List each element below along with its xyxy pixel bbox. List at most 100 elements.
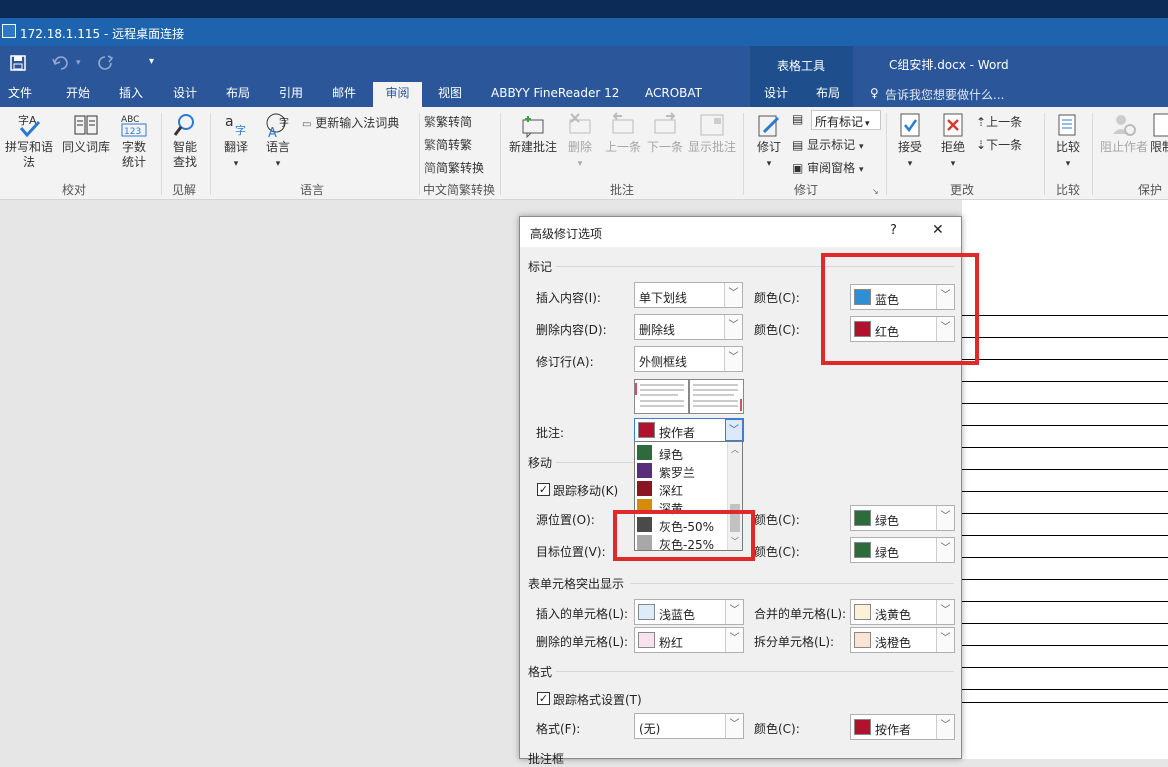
moved-from-color-select[interactable]: 绿色 ﹀ (850, 505, 955, 531)
translate-label: 翻译 (223, 140, 248, 154)
split-cells-select[interactable]: 浅橙色 ﹀ (850, 627, 955, 653)
tab-layout[interactable]: 布局 (224, 82, 252, 107)
inserted-cells-select[interactable]: 浅蓝色 ﹀ (634, 599, 744, 625)
moved-from-color-label: 颜色(C): (754, 513, 800, 527)
section-rule (556, 671, 954, 672)
track-formatting-label: 跟踪格式设置(T) (553, 693, 642, 707)
document-title: C组安排.docx - Word (889, 58, 1009, 72)
customize-qat-icon[interactable]: ▾ (149, 56, 154, 67)
dropdown-option[interactable]: 绿色 (635, 444, 727, 462)
next-comment-button[interactable]: 下一条 (644, 112, 686, 155)
moved-to-color-select[interactable]: 绿色 ﹀ (850, 537, 955, 563)
undo-dropdown-icon[interactable]: ▾ (76, 58, 81, 68)
simp-trad-icon: 繁 (424, 138, 437, 152)
deletions-select[interactable]: 删除线 ﹀ (634, 314, 743, 340)
translate-button[interactable]: a字 翻译 ▾ (214, 112, 258, 172)
update-ime-label: 更新输入法词典 (315, 116, 400, 130)
chevron-down-icon: ﹀ (724, 283, 742, 307)
simp-to-trad-button[interactable]: 繁简转繁 (424, 136, 472, 153)
word-count-icon: ABC123 (121, 115, 147, 137)
tracking-dialog-launcher-icon[interactable]: ↘ (872, 187, 879, 196)
language-button[interactable]: A字 语言 ▾ (258, 112, 298, 172)
book-icon (74, 115, 98, 135)
previous-change-button[interactable]: ⇡上一条 (976, 113, 1022, 130)
tab-table-design[interactable]: 设计 (762, 82, 790, 107)
next-change-button[interactable]: ⇣下一条 (976, 136, 1022, 153)
comments-color-select[interactable]: 按作者 ﹀ (634, 418, 744, 442)
deletions-label: 删除内容(D): (536, 323, 607, 337)
track-formatting-checkbox[interactable]: ✓ (537, 692, 550, 705)
section-moves: 移动 (528, 456, 553, 470)
show-markup-button[interactable]: ▤ 显示标记 ▾ (792, 136, 864, 153)
delete-comment-button[interactable]: 删除 ▾ (564, 112, 596, 172)
changed-lines-select[interactable]: 外侧框线 ﹀ (634, 346, 743, 372)
formatting-color-label: 颜色(C): (754, 722, 800, 736)
block-authors-button[interactable]: 阻止作者 (1098, 112, 1150, 155)
tab-home[interactable]: 开始 (64, 82, 92, 107)
new-comment-icon (522, 116, 544, 138)
tab-file[interactable]: 文件 (6, 82, 34, 107)
document-page[interactable] (962, 200, 1168, 759)
track-changes-button[interactable]: 修订 ▾ (752, 112, 786, 172)
new-comment-button[interactable]: 新建批注 (506, 112, 560, 155)
formatting-label: 格式(F): (536, 722, 581, 736)
word-count-button[interactable]: ABC 123 字数 统计 (114, 112, 154, 170)
color-swatch (854, 719, 871, 735)
table-line (962, 447, 1168, 448)
table-line (962, 702, 1168, 703)
update-ime-button[interactable]: ▭ 更新输入法词典 (302, 114, 399, 131)
trad-to-simp-button[interactable]: 繁繁转简 (424, 113, 472, 130)
moved-to-label: 目标位置(V): (536, 545, 606, 559)
tab-table-layout[interactable]: 布局 (814, 82, 842, 107)
insertions-select[interactable]: 单下划线 ﹀ (634, 282, 743, 308)
compare-button[interactable]: 比较 ▾ (1050, 112, 1086, 172)
chinese-convert-button[interactable]: 简简繁转换 (424, 159, 484, 176)
reject-button[interactable]: 拒绝 ▾ (935, 112, 971, 172)
dropdown-option[interactable]: 深红 (635, 480, 727, 498)
merged-cells-select[interactable]: 浅黄色 ﹀ (850, 599, 955, 625)
color-swatch (854, 542, 871, 558)
tab-abbyy[interactable]: ABBYY FineReader 12 (489, 82, 621, 107)
track-moves-checkbox[interactable]: ✓ (537, 483, 550, 496)
tab-acrobat[interactable]: ACROBAT (643, 82, 704, 107)
reviewing-pane-button[interactable]: ▣ 审阅窗格 ▾ (792, 159, 864, 176)
smart-lookup-button[interactable]: 智能 查找 (164, 112, 206, 170)
help-button[interactable]: ? (890, 223, 897, 238)
tab-insert[interactable]: 插入 (117, 82, 145, 107)
previous-change-icon: ⇡ (976, 115, 987, 129)
dropdown-option[interactable]: 紫罗兰 (635, 462, 727, 480)
remote-desktop-titlebar: 172.18.1.115 - 远程桌面连接 (0, 18, 1168, 46)
tab-mailings[interactable]: 邮件 (330, 82, 358, 107)
word-titlebar: C组安排.docx - Word (853, 46, 1168, 82)
close-button[interactable]: ✕ (932, 222, 944, 238)
formatting-select[interactable]: (无) ﹀ (634, 713, 744, 739)
previous-comment-button[interactable]: 上一条 (602, 112, 644, 155)
redo-icon[interactable] (98, 55, 114, 71)
show-comments-button[interactable]: 显示批注 (686, 112, 738, 155)
tab-review[interactable]: 审阅 (373, 82, 422, 107)
deleted-cells-select[interactable]: 粉红 ﹀ (634, 627, 744, 653)
annotation-highlight-box (821, 253, 979, 365)
tab-references[interactable]: 引用 (277, 82, 305, 107)
scroll-up-icon[interactable]: ︿ (731, 444, 739, 455)
chevron-down-icon: ﹀ (724, 347, 742, 371)
table-line (962, 557, 1168, 558)
spelling-grammar-button[interactable]: 字A 拼写和语法 (0, 112, 58, 170)
accept-button[interactable]: 接受 ▾ (892, 112, 928, 172)
tell-me-input[interactable]: 告诉我您想要做什么... (885, 86, 1004, 103)
table-line (962, 645, 1168, 646)
word-count-label-2: 统计 (121, 155, 146, 169)
previous-comment-icon (612, 112, 634, 134)
save-icon[interactable] (10, 55, 26, 71)
formatting-color-select[interactable]: 按作者 ﹀ (850, 714, 955, 740)
split-cells-label: 拆分单元格(L): (754, 635, 835, 649)
thesaurus-button[interactable]: 同义词库 (60, 112, 112, 155)
moved-to-color-label: 颜色(C): (754, 545, 800, 559)
markup-view-select[interactable]: 所有标记 ▾ (811, 110, 881, 130)
changed-lines-preview (634, 379, 744, 414)
undo-icon[interactable] (52, 55, 70, 71)
tab-view[interactable]: 视图 (436, 82, 464, 107)
tab-design[interactable]: 设计 (171, 82, 199, 107)
remote-top-strip (0, 0, 1168, 18)
restrict-editing-button[interactable]: 限制 (1150, 112, 1168, 155)
